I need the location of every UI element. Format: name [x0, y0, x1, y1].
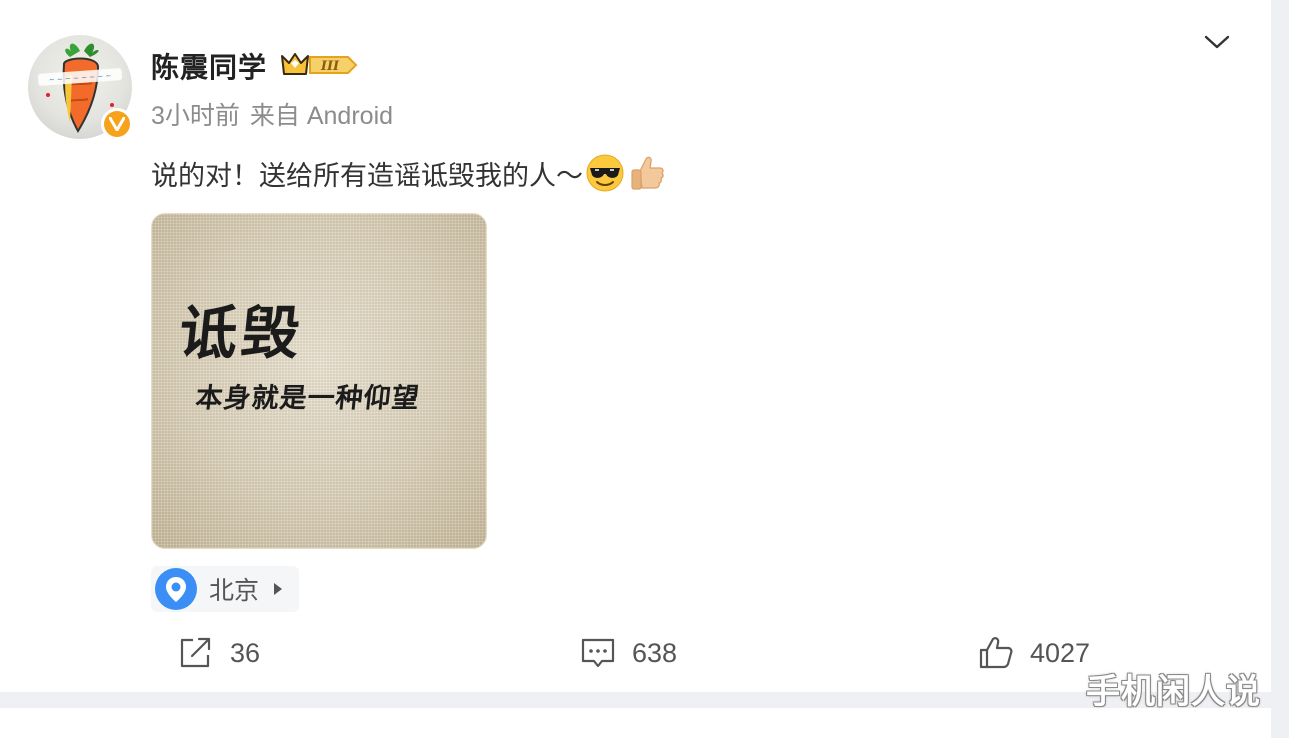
- repost-button[interactable]: 36: [178, 636, 260, 670]
- verified-v-icon: [101, 108, 133, 140]
- chevron-down-icon[interactable]: [1203, 31, 1231, 53]
- location-label: 北京: [209, 577, 260, 605]
- comment-icon: [581, 638, 615, 668]
- like-count: 4027: [1030, 637, 1091, 668]
- post-body: 说的对！送给所有造谣诋毁我的人～: [151, 153, 667, 193]
- location-tag[interactable]: 北京: [151, 566, 299, 612]
- location-pin-icon: [153, 566, 199, 612]
- image-headline: 诋毁: [175, 299, 308, 367]
- post-meta: 3小时前 来自 Android: [151, 96, 393, 132]
- post-source: 来自 Android: [249, 102, 394, 130]
- repost-count: 36: [230, 637, 261, 668]
- image-subline: 本身就是一种仰望: [194, 383, 422, 414]
- svg-text:III: III: [320, 59, 340, 74]
- caret-right-icon: [274, 583, 283, 595]
- thumbs-up-emoji: [631, 156, 664, 190]
- like-button[interactable]: 4027: [978, 636, 1090, 670]
- comment-count: 638: [632, 637, 678, 668]
- vip-crown-level-badge-icon[interactable]: III: [280, 50, 358, 80]
- share-icon: [180, 637, 211, 668]
- next-post-card: [0, 708, 1271, 738]
- cool-sunglasses-emoji: [586, 154, 624, 192]
- author-name[interactable]: 陈震同学: [151, 46, 267, 86]
- avatar[interactable]: ~ ~ ~ ~ ~ ~ ~ ~: [28, 35, 133, 140]
- comment-button[interactable]: 638: [580, 636, 677, 670]
- watermark-text: 手机闲人说: [1086, 673, 1261, 711]
- thumbs-up-icon: [979, 637, 1013, 669]
- weibo-post-card: ~ ~ ~ ~ ~ ~ ~ ~ 陈震同学 III 3小时前 来自 Android …: [0, 0, 1271, 692]
- post-time: 3小时前: [151, 102, 240, 130]
- post-image[interactable]: 诋毁 本身就是一种仰望: [151, 213, 487, 549]
- post-text: 说的对！送给所有造谣诋毁我的人～: [151, 160, 583, 191]
